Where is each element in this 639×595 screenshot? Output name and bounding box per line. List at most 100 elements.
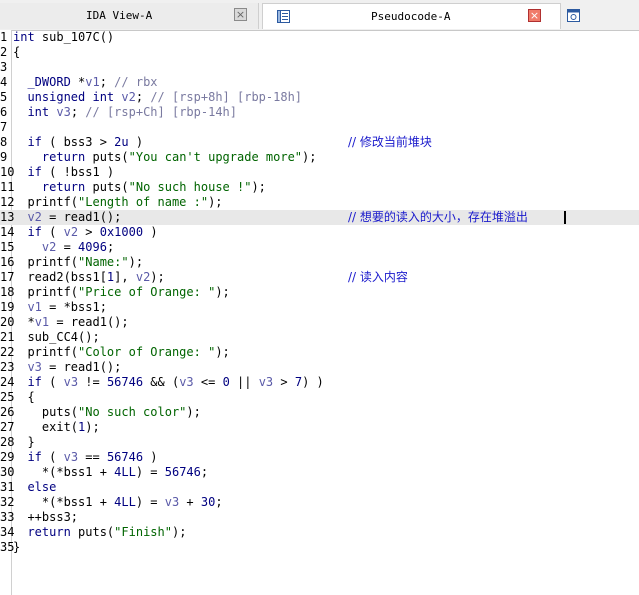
code-text: unsigned int v2; // [rsp+8h] [rbp-18h] — [27, 90, 303, 104]
code-text: printf("Name:"); — [13, 255, 144, 269]
close-ida-view-button[interactable]: × — [234, 8, 247, 21]
code-text: *(*bss1 + 4LL) = 56746; — [13, 465, 209, 479]
code-line[interactable]: 12 printf("Length of name :"); — [0, 195, 639, 210]
code-text: if ( v2 > 0x1000 ) — [27, 225, 158, 239]
code-text: _DWORD *v1; // rbx — [27, 75, 158, 89]
code-line[interactable]: 3 — [0, 60, 639, 75]
code-line[interactable]: 32 *(*bss1 + 4LL) = v3 + 30; — [0, 495, 639, 510]
code-line[interactable]: 18 printf("Price of Orange: "); — [0, 285, 639, 300]
code-line[interactable]: 9 return puts("You can't upgrade more"); — [0, 150, 639, 165]
code-text: printf("Price of Orange: "); — [13, 285, 230, 299]
code-text: v1 = *bss1; — [27, 300, 107, 314]
line-number: 1 — [0, 30, 8, 44]
code-text: } — [13, 540, 21, 554]
line-number: 3 — [0, 60, 8, 74]
code-line[interactable]: 17 read2(bss1[1], v2); // 读入内容 — [0, 270, 639, 285]
code-comment: // 读入内容 — [348, 270, 408, 284]
tab-ida-view[interactable]: IDA View-A × — [0, 3, 259, 29]
line-number: 29 — [0, 450, 15, 464]
code-text: puts("No such color"); — [13, 405, 201, 419]
line-number: 2 — [0, 45, 8, 59]
code-text: v2 = read1(); — [27, 210, 122, 224]
line-number: 5 — [0, 90, 8, 104]
code-text: ++bss3; — [13, 510, 79, 524]
code-line[interactable]: 11 return puts("No such house !"); — [0, 180, 639, 195]
pseudocode-icon — [277, 10, 290, 23]
code-text: } — [13, 435, 35, 449]
code-line[interactable]: 35} — [0, 540, 639, 555]
tab-ida-view-label: IDA View-A — [86, 9, 153, 22]
line-number: 10 — [0, 165, 15, 179]
code-line[interactable]: 14 if ( v2 > 0x1000 ) — [0, 225, 639, 240]
tab-pseudocode-label: Pseudocode-A — [371, 10, 451, 23]
code-line[interactable]: 33 ++bss3; — [0, 510, 639, 525]
text-cursor — [564, 211, 566, 224]
code-line[interactable]: 4 _DWORD *v1; // rbx — [0, 75, 639, 90]
code-text: return puts("Finish"); — [27, 525, 187, 539]
code-line[interactable]: 5 unsigned int v2; // [rsp+8h] [rbp-18h] — [0, 90, 639, 105]
code-text: if ( bss3 > 2u ) — [27, 135, 144, 149]
code-text: int sub_107C() — [13, 30, 115, 44]
line-number: 28 — [0, 435, 15, 449]
line-number: 4 — [0, 75, 8, 89]
code-line[interactable]: 26 puts("No such color"); — [0, 405, 639, 420]
code-line[interactable]: 19 v1 = *bss1; — [0, 300, 639, 315]
line-number: 21 — [0, 330, 15, 344]
code-line[interactable]: 7 — [0, 120, 639, 135]
code-line[interactable]: 15 v2 = 4096; — [0, 240, 639, 255]
code-line[interactable]: 20 *v1 = read1(); — [0, 315, 639, 330]
code-text: exit(1); — [13, 420, 100, 434]
hex-view-icon[interactable] — [566, 8, 581, 23]
line-number: 25 — [0, 390, 15, 404]
code-line[interactable]: 31 else — [0, 480, 639, 495]
line-number: 9 — [0, 150, 8, 164]
code-text: else — [27, 480, 57, 494]
code-line[interactable]: 34 return puts("Finish"); — [0, 525, 639, 540]
code-line[interactable]: 8 if ( bss3 > 2u ) // 修改当前堆块 — [0, 135, 639, 150]
line-number: 23 — [0, 360, 15, 374]
line-number: 11 — [0, 180, 15, 194]
line-number: 13 — [0, 210, 15, 224]
code-line[interactable]: 16 printf("Name:"); — [0, 255, 639, 270]
code-text: printf("Color of Orange: "); — [13, 345, 230, 359]
line-number: 35 — [0, 540, 15, 554]
close-pseudocode-button[interactable]: × — [528, 9, 541, 22]
code-line[interactable]: 10 if ( !bss1 ) — [0, 165, 639, 180]
line-number: 19 — [0, 300, 15, 314]
code-text: return puts("No such house !"); — [41, 180, 266, 194]
code-text: *(*bss1 + 4LL) = v3 + 30; — [13, 495, 223, 509]
code-text: if ( v3 == 56746 ) — [27, 450, 158, 464]
line-number: 33 — [0, 510, 15, 524]
code-text: int v3; // [rsp+Ch] [rbp-14h] — [27, 105, 237, 119]
line-number: 30 — [0, 465, 15, 479]
code-line[interactable]: 27 exit(1); — [0, 420, 639, 435]
code-line[interactable]: 6 int v3; // [rsp+Ch] [rbp-14h] — [0, 105, 639, 120]
code-text: read2(bss1[1], v2); — [13, 270, 165, 284]
code-line[interactable]: 21 sub_CC4(); — [0, 330, 639, 345]
code-line[interactable]: 29 if ( v3 == 56746 ) — [0, 450, 639, 465]
code-line[interactable]: 30 *(*bss1 + 4LL) = 56746; — [0, 465, 639, 480]
code-line[interactable]: 22 printf("Color of Orange: "); — [0, 345, 639, 360]
code-line[interactable]: 2{ — [0, 45, 639, 60]
code-text: { — [13, 45, 21, 59]
code-text: printf("Length of name :"); — [13, 195, 223, 209]
code-text: *v1 = read1(); — [13, 315, 129, 329]
line-number: 6 — [0, 105, 8, 119]
code-text: v2 = 4096; — [41, 240, 115, 254]
code-text: return puts("You can't upgrade more"); — [41, 150, 317, 164]
line-number: 8 — [0, 135, 8, 149]
code-text: if ( v3 != 56746 && (v3 <= 0 || v3 > 7) … — [27, 375, 324, 389]
code-text: { — [13, 390, 35, 404]
code-line[interactable]: 1 int sub_107C() — [0, 30, 639, 45]
line-number: 34 — [0, 525, 15, 539]
code-line[interactable]: 23 v3 = read1(); — [0, 360, 639, 375]
tab-pseudocode[interactable]: Pseudocode-A × — [262, 3, 561, 29]
line-number: 14 — [0, 225, 15, 239]
line-number: 7 — [0, 120, 8, 134]
line-number: 16 — [0, 255, 15, 269]
code-line[interactable]: 24 if ( v3 != 56746 && (v3 <= 0 || v3 > … — [0, 375, 639, 390]
code-line[interactable]: 25 { — [0, 390, 639, 405]
code-line[interactable]: 13 v2 = read1(); // 想要的读入的大小，存在堆溢出 — [0, 210, 639, 225]
line-number: 12 — [0, 195, 15, 209]
code-line[interactable]: 28 } — [0, 435, 639, 450]
